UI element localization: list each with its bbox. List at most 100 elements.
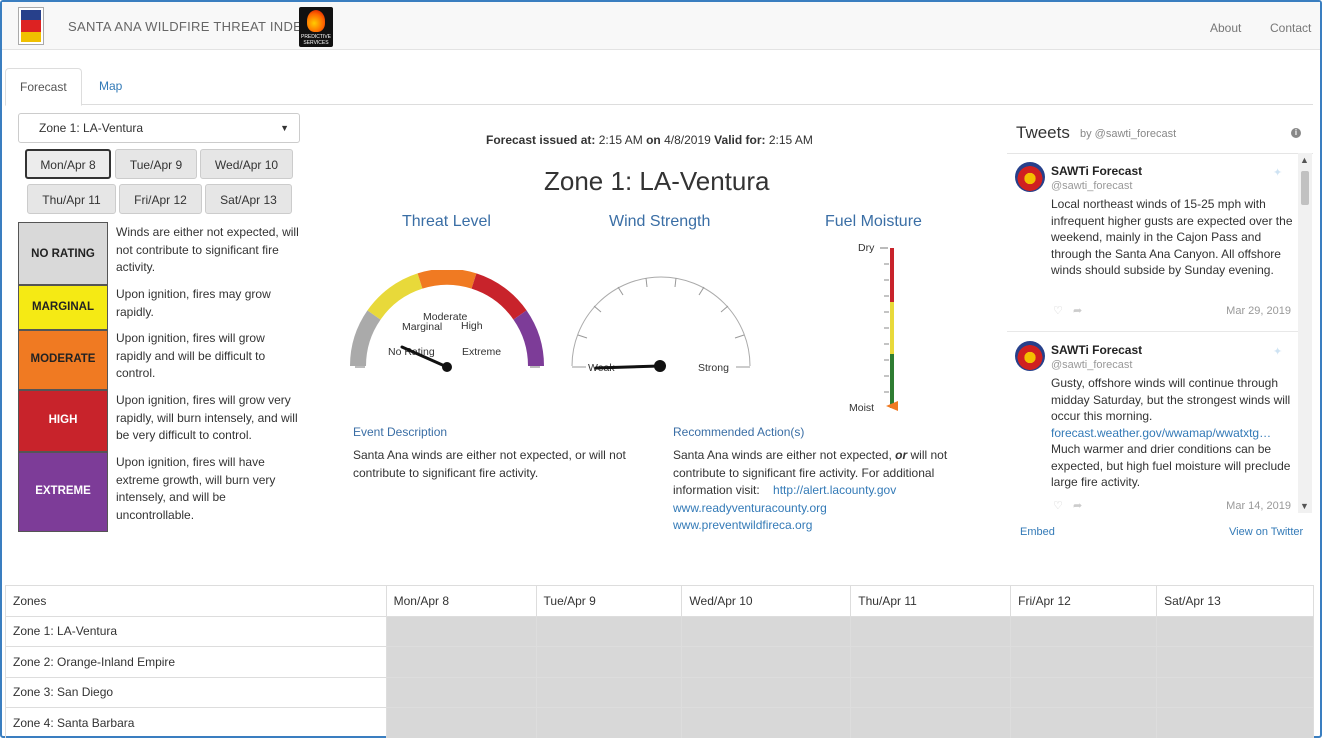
day-button-wed[interactable]: Wed/Apr 10 <box>200 149 293 179</box>
day-button-sat[interactable]: Sat/Apr 13 <box>205 184 292 214</box>
heart-icon[interactable]: ♡ <box>1053 304 1063 317</box>
recommended-actions-text: Santa Ana winds are either not expected,… <box>673 448 948 532</box>
rating-cell[interactable] <box>1156 707 1314 738</box>
rating-cell[interactable] <box>385 615 537 647</box>
flame-icon <box>307 10 325 32</box>
scroll-up-icon[interactable]: ▲ <box>1300 155 1309 165</box>
rating-cell[interactable] <box>1156 615 1314 647</box>
tab-forecast[interactable]: Forecast <box>5 68 82 106</box>
col-header: Thu/Apr 11 <box>850 585 1012 617</box>
sawti-logo[interactable] <box>18 7 44 45</box>
fuel-label-moist: Moist <box>849 402 874 414</box>
rating-cell[interactable] <box>850 676 1012 708</box>
tab-map[interactable]: Map <box>85 68 136 105</box>
nav-about-link[interactable]: About <box>1210 21 1241 35</box>
tweet-item[interactable]: SAWTi Forecast @sawti_forecast ✦ Local n… <box>1007 154 1299 332</box>
link-alert-lacounty[interactable]: http://alert.lacounty.gov <box>773 483 896 497</box>
twitter-bird-icon[interactable]: ✦ <box>1273 345 1285 358</box>
zone-name: Zone 2: Orange-Inland Empire <box>5 646 387 678</box>
tweet-date[interactable]: Mar 29, 2019 <box>1226 305 1291 317</box>
nav-contact-link[interactable]: Contact <box>1270 21 1311 35</box>
link-readyventuracounty[interactable]: www.readyventuracounty.org <box>673 501 827 515</box>
day-button-thu[interactable]: Thu/Apr 11 <box>27 184 116 214</box>
share-icon[interactable]: ➦ <box>1073 304 1083 317</box>
navbar: SANTA ANA WILDFIRE THREAT INDEX PREDICTI… <box>2 2 1320 50</box>
rating-cell[interactable] <box>535 646 683 678</box>
tweet-text: Local northeast winds of 15-25 mph with … <box>1051 197 1293 277</box>
view-on-twitter-link[interactable]: View on Twitter <box>1229 526 1303 538</box>
tweets-title: Tweets <box>1016 123 1070 142</box>
threat-label-extreme: Extreme <box>462 346 501 358</box>
zone-title: Zone 1: LA-Ventura <box>544 166 770 196</box>
tweet-link[interactable]: forecast.weather.gov/wwamap/wwatxtg… <box>1051 426 1271 440</box>
scroll-down-icon[interactable]: ▼ <box>1300 501 1309 511</box>
zone-select-value: Zone 1: LA-Ventura <box>39 121 144 135</box>
brand-title[interactable]: SANTA ANA WILDFIRE THREAT INDEX <box>68 19 311 34</box>
rating-cell[interactable] <box>535 707 683 738</box>
rating-cell[interactable] <box>385 676 537 708</box>
day-button-fri[interactable]: Fri/Apr 12 <box>119 184 202 214</box>
rating-cell[interactable] <box>535 615 683 647</box>
legend-desc-marginal: Upon ignition, fires may grow rapidly. <box>116 287 271 319</box>
fuel-moisture-gauge: Dry Moist <box>849 242 898 414</box>
link-preventwildfireca[interactable]: www.preventwildfireca.org <box>673 518 812 532</box>
day-button-tue[interactable]: Tue/Apr 9 <box>115 149 197 179</box>
rating-cell[interactable] <box>1010 707 1158 738</box>
tweets-scrollbar[interactable]: ▲ ▼ <box>1298 153 1312 513</box>
tweet-text: Gusty, offshore winds will continue thro… <box>1051 376 1291 489</box>
rating-cell[interactable] <box>681 676 852 708</box>
zone-select[interactable]: Zone 1: LA-Ventura ▼ <box>18 113 300 143</box>
zone-name: Zone 1: LA-Ventura <box>5 615 387 647</box>
table-row: Zone 4: Santa Barbara <box>5 707 1314 738</box>
rating-cell[interactable] <box>1156 676 1314 708</box>
legend-marginal: MARGINAL <box>18 285 108 330</box>
threat-label-high: High <box>461 320 483 332</box>
rating-cell[interactable] <box>1156 646 1314 678</box>
table-row: Zone 1: LA-Ventura <box>5 615 1314 647</box>
recommended-actions-heading: Recommended Action(s) <box>673 425 805 439</box>
info-icon[interactable]: i <box>1291 128 1301 138</box>
avatar[interactable] <box>1015 341 1045 371</box>
predictive-services-logo: PREDICTIVE SERVICES <box>299 7 333 47</box>
rating-cell[interactable] <box>681 646 852 678</box>
share-icon[interactable]: ➦ <box>1073 499 1083 512</box>
rating-cell[interactable] <box>850 615 1012 647</box>
rating-cell[interactable] <box>1010 676 1158 708</box>
col-header: Sat/Apr 13 <box>1156 585 1314 617</box>
col-header: Tue/Apr 9 <box>535 585 683 617</box>
tweets-by-link[interactable]: by @sawti_forecast <box>1080 128 1176 140</box>
table-row: Zone 2: Orange-Inland Empire <box>5 646 1314 678</box>
table-header-row: Zones Mon/Apr 8 Tue/Apr 9 Wed/Apr 10 Thu… <box>5 585 1314 617</box>
rating-cell[interactable] <box>850 646 1012 678</box>
tweets-timeline[interactable]: SAWTi Forecast @sawti_forecast ✦ Local n… <box>1007 153 1313 513</box>
legend-desc-moderate: Upon ignition, fires will grow rapidly a… <box>116 331 266 380</box>
scrollbar-thumb[interactable] <box>1301 171 1309 205</box>
rating-cell[interactable] <box>1010 615 1158 647</box>
tweet-author-handle[interactable]: @sawti_forecast <box>1051 359 1132 371</box>
tweet-item[interactable]: SAWTi Forecast @sawti_forecast ✦ Gusty, … <box>1007 332 1299 513</box>
embed-link[interactable]: Embed <box>1020 526 1055 538</box>
zone-name: Zone 3: San Diego <box>5 676 387 708</box>
col-header: Mon/Apr 8 <box>385 585 537 617</box>
zones-table: Zones Mon/Apr 8 Tue/Apr 9 Wed/Apr 10 Thu… <box>5 585 1314 738</box>
fuel-label-dry: Dry <box>858 242 875 254</box>
rating-cell[interactable] <box>850 707 1012 738</box>
rating-cell[interactable] <box>1010 646 1158 678</box>
tweet-author-handle[interactable]: @sawti_forecast <box>1051 180 1132 192</box>
tweet-author-name[interactable]: SAWTi Forecast <box>1051 343 1142 357</box>
rating-cell[interactable] <box>681 615 852 647</box>
rating-cell[interactable] <box>385 646 537 678</box>
twitter-bird-icon[interactable]: ✦ <box>1273 166 1285 179</box>
rating-cell[interactable] <box>681 707 852 738</box>
tweet-author-name[interactable]: SAWTi Forecast <box>1051 164 1142 178</box>
fuel-moisture-title: Fuel Moisture <box>825 213 922 230</box>
wind-strength-title: Wind Strength <box>609 213 711 230</box>
avatar[interactable] <box>1015 162 1045 192</box>
rating-cell[interactable] <box>535 676 683 708</box>
rating-cell[interactable] <box>385 707 537 738</box>
heart-icon[interactable]: ♡ <box>1053 499 1063 512</box>
tweet-date[interactable]: Mar 14, 2019 <box>1226 500 1291 512</box>
day-button-mon[interactable]: Mon/Apr 8 <box>25 149 111 179</box>
threat-label-marginal: Marginal <box>402 321 442 333</box>
table-row: Zone 3: San Diego <box>5 676 1314 708</box>
